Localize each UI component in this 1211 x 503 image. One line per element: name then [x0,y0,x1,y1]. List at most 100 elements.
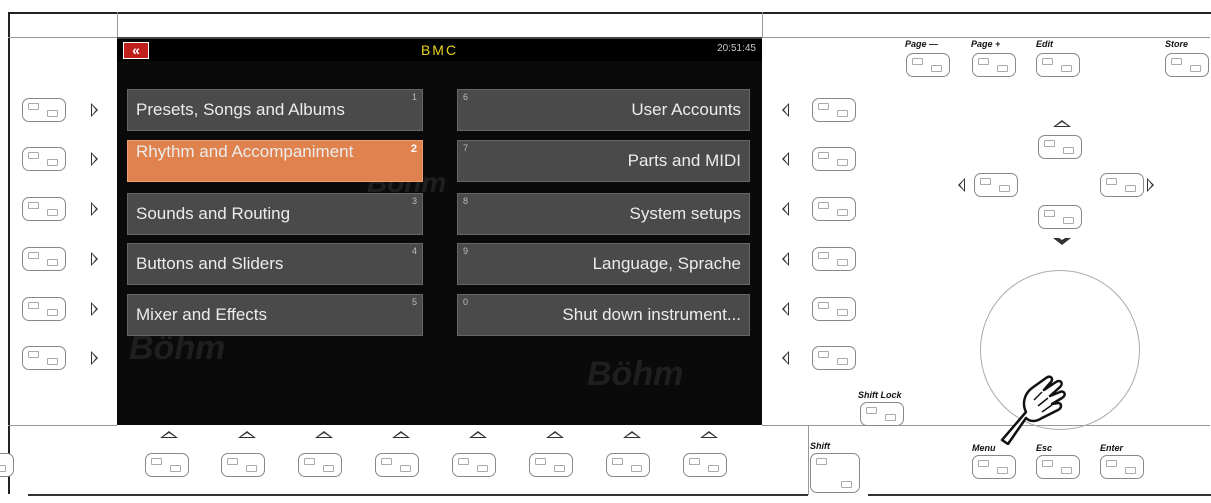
arrow-left-icon [782,152,789,166]
arrow-right-icon [91,351,98,365]
shift-button[interactable] [810,453,860,493]
soft-button-right-6[interactable] [812,346,856,370]
arrow-right-icon [91,103,98,117]
page-minus-label: Page — [905,39,939,49]
arrow-right-icon [91,302,98,316]
arrow-up-icon [160,431,178,438]
menu-item-label: Language, Sprache [592,254,741,273]
soft-button-bottom-8[interactable] [683,453,727,477]
arrow-up-icon [392,431,410,438]
enter-button[interactable] [1100,455,1144,479]
divider [8,425,117,426]
menu-item-buttons[interactable]: Buttons and Sliders 4 [127,243,423,285]
soft-button-bottom-6[interactable] [529,453,573,477]
panel-divider [28,494,808,496]
soft-button-bottom-7[interactable] [606,453,650,477]
menu-item-label: System setups [629,204,742,223]
soft-button-bottom-1[interactable] [145,453,189,477]
menu-item-label: Mixer and Effects [136,305,268,324]
soft-button-left-2[interactable] [22,147,66,171]
nav-right-button[interactable] [1100,173,1144,197]
menu-item-sounds[interactable]: Sounds and Routing 3 [127,193,423,235]
arrow-up-icon [623,431,641,438]
arrow-up-icon [469,431,487,438]
menu-item-label: Parts and MIDI [627,151,741,170]
divider [8,37,117,38]
arrow-left-icon [782,351,789,365]
menu-item-system-setups[interactable]: 8 System setups [457,193,750,235]
menu-button[interactable] [972,455,1016,479]
menu-item-label: Presets, Songs and Albums [136,100,345,119]
menu-item-number: 4 [411,246,417,256]
store-label: Store [1165,39,1189,49]
menu-item-label: User Accounts [631,100,741,119]
pointing-hand-icon [1000,375,1066,445]
menu-item-parts-midi[interactable]: 7 Parts and MIDI [457,140,750,182]
soft-button-right-5[interactable] [812,297,856,321]
menu-item-shutdown[interactable]: 0 Shut down instrument... [457,294,750,336]
page-plus-button[interactable] [972,53,1016,77]
arrow-up-icon [700,431,718,438]
edit-button[interactable] [1036,53,1080,77]
arrow-right-icon [91,152,98,166]
clock: 20:51:45 [717,43,756,54]
divider [808,425,809,495]
soft-button-partial[interactable] [0,453,14,477]
menu-item-mixer[interactable]: Mixer and Effects 5 [127,294,423,336]
nav-down-button[interactable] [1038,205,1082,229]
soft-button-bottom-2[interactable] [221,453,265,477]
menu-item-number: 1 [411,92,417,102]
divider [762,425,1210,426]
soft-button-right-4[interactable] [812,247,856,271]
shift-lock-button[interactable] [860,402,904,426]
esc-button[interactable] [1036,455,1080,479]
menu-item-number: 6 [463,92,469,102]
shift-lock-label: Shift Lock [858,390,902,400]
nav-up-arrow-icon [1053,120,1071,127]
menu-item-presets[interactable]: Presets, Songs and Albums 1 [127,89,423,131]
page-plus-label: Page + [971,39,1001,49]
screen-title: BMC [420,42,459,58]
nav-up-button[interactable] [1038,135,1082,159]
soft-button-left-5[interactable] [22,297,66,321]
nav-left-button[interactable] [974,173,1018,197]
arrow-up-icon [315,431,333,438]
store-button[interactable] [1165,53,1209,77]
soft-button-right-2[interactable] [812,147,856,171]
menu-item-rhythm[interactable]: Rhythm and Accompaniment 2 [127,140,423,182]
menu-item-user-accounts[interactable]: 6 User Accounts [457,89,750,131]
menu-item-label: Shut down instrument... [562,305,741,324]
edit-label: Edit [1036,39,1053,49]
soft-button-bottom-3[interactable] [298,453,342,477]
menu-item-number: 0 [463,297,469,307]
soft-button-left-1[interactable] [22,98,66,122]
menu-item-language[interactable]: 9 Language, Sprache [457,243,750,285]
menu-item-number: 5 [411,297,417,307]
soft-button-left-3[interactable] [22,197,66,221]
nav-down-arrow-icon [1053,236,1071,245]
nav-left-arrow-icon [958,178,965,192]
soft-button-bottom-4[interactable] [375,453,419,477]
display-screen: Böhm Böhm Böhm « BMC 20:51:45 Presets, S… [117,37,762,425]
title-bar: « BMC 20:51:45 [117,37,762,61]
divider [762,37,1210,38]
arrow-up-icon [546,431,564,438]
arrow-left-icon [782,103,789,117]
menu-item-label: Rhythm and Accompaniment [136,142,354,161]
arrow-up-icon [238,431,256,438]
soft-button-right-3[interactable] [812,197,856,221]
arrow-right-icon [91,252,98,266]
brand-watermark: Böhm [587,355,684,393]
menu-item-number: 2 [410,143,417,155]
soft-button-left-6[interactable] [22,346,66,370]
page-minus-button[interactable] [906,53,950,77]
soft-button-right-1[interactable] [812,98,856,122]
panel-divider [868,494,1211,496]
soft-button-bottom-5[interactable] [452,453,496,477]
shift-label: Shift [810,441,830,451]
arrow-right-icon [91,202,98,216]
menu-item-label: Sounds and Routing [136,204,291,223]
soft-button-left-4[interactable] [22,247,66,271]
menu-item-label: Buttons and Sliders [136,254,284,273]
arrow-left-icon [782,302,789,316]
